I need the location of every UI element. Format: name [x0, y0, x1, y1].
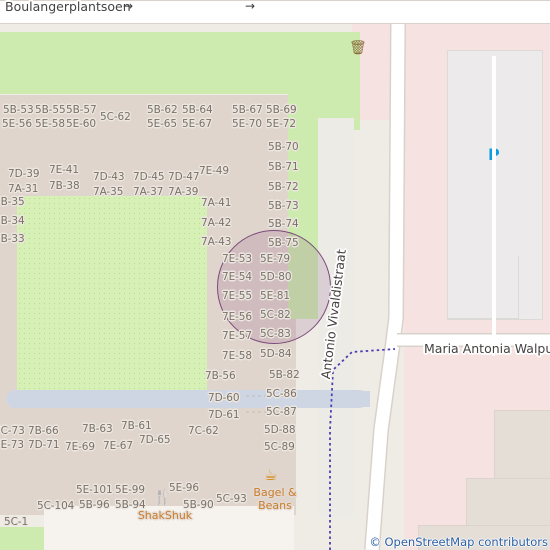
house-number-label: 5C-82: [260, 309, 291, 321]
house-number-label: 5E-72: [266, 118, 296, 130]
house-number-label: 5E-81: [260, 290, 290, 302]
house-number-label: 7E-56: [222, 311, 252, 323]
house-number-label: 7E-57: [222, 330, 252, 342]
house-number-label: 5C-89: [264, 441, 295, 453]
house-number-label: 5E-60: [66, 118, 96, 130]
house-number-label: 5B-69: [266, 104, 297, 116]
street-direction-arrow-2: →: [245, 0, 256, 13]
house-number-label: 5B-55: [35, 104, 66, 116]
house-number-label: 5C-1: [4, 516, 29, 528]
house-number-label: 5C-86: [266, 388, 297, 400]
house-number-label: 7A-41: [201, 197, 232, 209]
house-number-label: 5E-101: [76, 484, 113, 496]
house-number-label: 7E-69: [65, 441, 95, 453]
house-number-label: 5E-58: [35, 118, 65, 130]
poi-label-bagel-beans[interactable]: Bagel & Beans: [245, 486, 305, 512]
house-number-label: 7D-39: [8, 168, 40, 180]
house-number-label: 5E-79: [260, 253, 290, 265]
cafe-icon[interactable]: ☕: [264, 468, 277, 483]
house-number-label: 5D-80: [260, 271, 292, 283]
house-number-label: 7A-31: [8, 183, 39, 195]
house-number-label: 7D-47: [168, 171, 200, 183]
house-number-label: 7E-49: [199, 165, 229, 177]
house-number-label: 5B-82: [269, 369, 300, 381]
house-number-label: 5B-90: [183, 499, 214, 511]
house-number-label: 7B-56: [205, 370, 236, 382]
house-number-label: 5B-75: [268, 237, 299, 249]
building-east-2: [466, 478, 550, 530]
house-number-label: 5B-96: [79, 499, 110, 511]
house-number-label: 5E-96: [169, 482, 199, 494]
house-number-label: 5D-84: [260, 348, 292, 360]
house-number-label: 7A-37: [133, 186, 164, 198]
attribution-text[interactable]: © OpenStreetMap contributors: [369, 535, 548, 549]
house-number-label: 7B-61: [121, 420, 152, 432]
house-number-label: 7D-61: [208, 409, 240, 421]
house-number-label: 7A-39: [168, 186, 199, 198]
house-number-label: 5C-104: [37, 500, 75, 512]
house-number-label: 7D-43: [93, 171, 125, 183]
house-number-label: 5B-72: [268, 181, 299, 193]
house-number-label: 7B-38: [49, 180, 80, 192]
house-number-label: 7D-45: [133, 171, 165, 183]
house-number-label: 5E-99: [115, 484, 145, 496]
house-number-label: 5C-87: [266, 406, 297, 418]
house-number-label: 7A-42: [201, 217, 232, 229]
house-number-label: 5B-70: [268, 141, 299, 153]
parking-icon: P: [488, 145, 500, 164]
house-number-label: 7B-63: [82, 423, 113, 435]
house-number-label: 7B-33: [0, 233, 25, 245]
house-number-label: 5B-71: [268, 161, 299, 173]
house-number-label: 7B-34: [0, 215, 25, 227]
street-direction-arrow-1: →: [123, 0, 134, 13]
house-number-label: 5B-74: [268, 218, 299, 230]
park-area-center-dotted: [17, 196, 207, 406]
house-number-label: 7D-65: [139, 434, 171, 446]
house-number-label: 7D-71: [28, 439, 60, 451]
house-number-label: 7A-43: [201, 236, 232, 248]
house-number-label: 7E-73: [0, 439, 24, 451]
house-number-label: 7E-55: [222, 290, 252, 302]
house-number-label: 7A-35: [93, 186, 124, 198]
house-number-label: 7E-54: [222, 271, 252, 283]
house-number-label: 7C-62: [188, 425, 219, 437]
house-number-label: 5B-67: [232, 104, 263, 116]
waterway-canal-east: [286, 391, 370, 407]
house-number-label: 5B-53: [3, 104, 34, 116]
street-label-maria-antonia-walpurgis: Maria Antonia Walpurgi: [424, 341, 550, 356]
house-number-label: 7B-35: [0, 196, 25, 208]
house-number-label: 5B-64: [182, 104, 213, 116]
house-number-label: 5C-83: [260, 328, 291, 340]
house-number-label: 5E-56: [2, 118, 32, 130]
house-number-label: 5B-94: [115, 499, 146, 511]
house-number-label: 7E-58: [222, 350, 252, 362]
house-number-label: 7E-53: [222, 253, 252, 265]
house-number-label: 5B-57: [66, 104, 97, 116]
map-canvas[interactable]: P 🗑 🍴 ShakShuk ☕ Bagel & Beans Boulanger…: [0, 0, 550, 550]
house-number-label: 5B-73: [268, 200, 299, 212]
house-number-label: 7E-41: [49, 164, 79, 176]
house-number-label: 7C-73: [0, 425, 25, 437]
house-number-label: 5E-67: [182, 118, 212, 130]
house-number-label: 5C-62: [100, 111, 131, 123]
house-number-label: 7E-67: [103, 440, 133, 452]
house-number-label: 7B-66: [28, 425, 59, 437]
house-number-label: 5B-62: [147, 104, 178, 116]
building-east-1: [494, 410, 550, 482]
house-number-label: 5C-93: [216, 493, 247, 505]
parking-aisle: [492, 56, 495, 356]
house-number-label: 5E-65: [147, 118, 177, 130]
waste-basket-icon[interactable]: 🗑: [349, 41, 367, 55]
house-number-label: 5E-70: [232, 118, 262, 130]
house-number-label: 5D-88: [264, 424, 296, 436]
house-number-label: 7D-60: [208, 392, 240, 404]
street-label-boulangerplantsoen: Boulangerplantsoen: [5, 0, 131, 14]
parking-lot-notch: [447, 256, 519, 319]
